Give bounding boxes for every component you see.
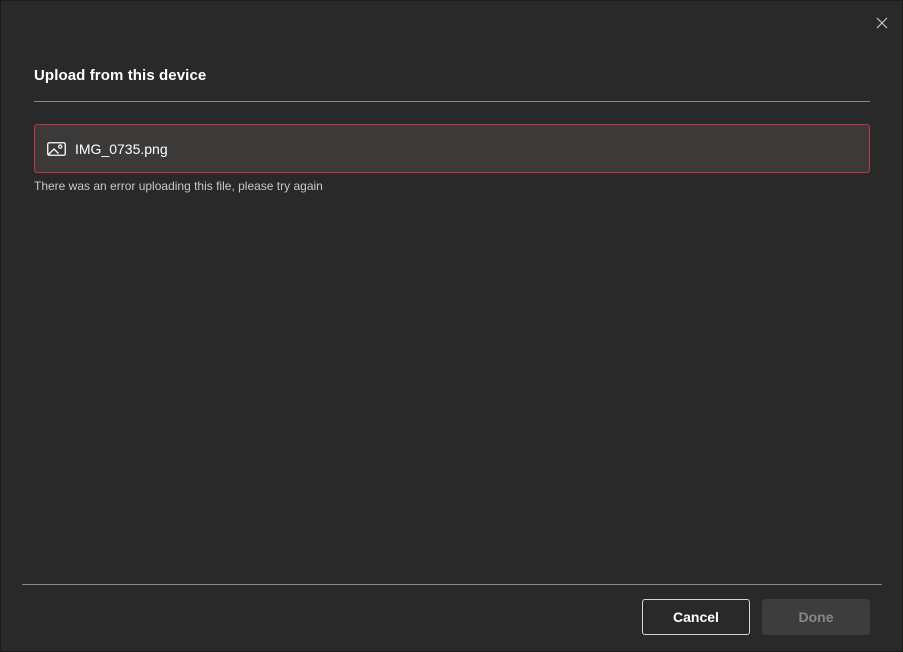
- dialog-title: Upload from this device: [34, 67, 207, 84]
- image-file-icon: [47, 141, 66, 157]
- file-item[interactable]: IMG_0735.png: [34, 124, 870, 173]
- title-divider: [34, 101, 870, 102]
- cancel-button[interactable]: Cancel: [642, 599, 750, 635]
- footer-divider: [22, 584, 882, 585]
- file-name: IMG_0735.png: [75, 140, 168, 157]
- done-button[interactable]: Done: [762, 599, 870, 635]
- upload-dialog: Upload from this device IMG_0735.png The…: [0, 0, 903, 652]
- close-button[interactable]: [872, 13, 892, 33]
- close-icon: [876, 17, 888, 29]
- upload-error-message: There was an error uploading this file, …: [34, 179, 323, 193]
